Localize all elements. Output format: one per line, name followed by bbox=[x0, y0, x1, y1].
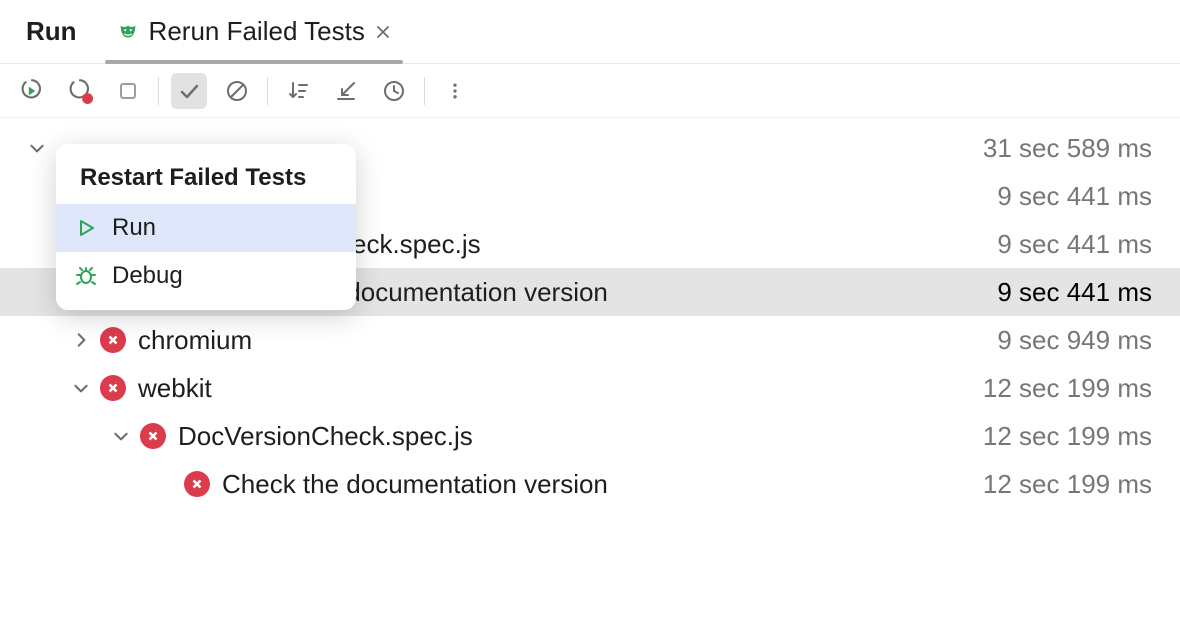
tree-row[interactable]: Check the documentation version 12 sec 1… bbox=[0, 460, 1180, 508]
restart-failed-popup: Restart Failed Tests Run Debug bbox=[56, 144, 356, 310]
rerun-failed-button[interactable] bbox=[62, 73, 98, 109]
duration: 9 sec 441 ms bbox=[997, 277, 1152, 308]
popup-item-debug[interactable]: Debug bbox=[56, 252, 356, 300]
chevron-right-icon[interactable] bbox=[72, 331, 90, 349]
chevron-down-icon[interactable] bbox=[72, 379, 90, 397]
popup-item-label: Run bbox=[112, 214, 156, 242]
tab-rerun-failed-label: Rerun Failed Tests bbox=[149, 16, 365, 47]
tree-row-label: webkit bbox=[138, 373, 212, 404]
separator bbox=[158, 77, 159, 105]
chevron-down-icon[interactable] bbox=[112, 427, 130, 445]
duration: 9 sec 441 ms bbox=[997, 229, 1152, 260]
duration: 31 sec 589 ms bbox=[983, 133, 1152, 164]
sort-button[interactable] bbox=[280, 73, 316, 109]
tabs-bar: Run Rerun Failed Tests bbox=[0, 0, 1180, 64]
stop-button[interactable] bbox=[110, 73, 146, 109]
tree-row-label: chromium bbox=[138, 325, 252, 356]
fail-icon bbox=[100, 327, 126, 353]
chevron-down-icon[interactable] bbox=[28, 139, 46, 157]
popup-item-run[interactable]: Run bbox=[56, 204, 356, 252]
tree-row-label: DocVersionCheck.spec.js bbox=[178, 421, 473, 452]
tab-run-label: Run bbox=[26, 16, 77, 47]
duration: 9 sec 949 ms bbox=[997, 325, 1152, 356]
playwright-mask-icon bbox=[117, 21, 139, 43]
tree-row[interactable]: chromium 9 sec 949 ms bbox=[0, 316, 1180, 364]
fail-icon bbox=[184, 471, 210, 497]
run-icon bbox=[74, 216, 98, 240]
more-button[interactable] bbox=[437, 73, 473, 109]
fail-icon bbox=[100, 375, 126, 401]
show-ignored-toggle[interactable] bbox=[219, 73, 255, 109]
import-button[interactable] bbox=[328, 73, 364, 109]
rerun-button[interactable] bbox=[14, 73, 50, 109]
duration: 12 sec 199 ms bbox=[983, 373, 1152, 404]
show-passed-toggle[interactable] bbox=[171, 73, 207, 109]
tree-row-label: eck.spec.js bbox=[352, 229, 481, 260]
tree-row-label: Check the documentation version bbox=[222, 469, 608, 500]
popup-title: Restart Failed Tests bbox=[56, 154, 356, 204]
popup-item-label: Debug bbox=[112, 262, 183, 290]
fail-icon bbox=[140, 423, 166, 449]
duration: 12 sec 199 ms bbox=[983, 469, 1152, 500]
separator bbox=[267, 77, 268, 105]
tab-rerun-failed[interactable]: Rerun Failed Tests bbox=[109, 0, 399, 63]
tab-run[interactable]: Run bbox=[18, 0, 85, 63]
tree-row[interactable]: DocVersionCheck.spec.js 12 sec 199 ms bbox=[0, 412, 1180, 460]
debug-icon bbox=[74, 264, 98, 288]
duration: 12 sec 199 ms bbox=[983, 421, 1152, 452]
duration: 9 sec 441 ms bbox=[997, 181, 1152, 212]
separator bbox=[424, 77, 425, 105]
tree-row[interactable]: webkit 12 sec 199 ms bbox=[0, 364, 1180, 412]
toolbar bbox=[0, 64, 1180, 118]
close-icon[interactable] bbox=[375, 24, 391, 40]
history-button[interactable] bbox=[376, 73, 412, 109]
